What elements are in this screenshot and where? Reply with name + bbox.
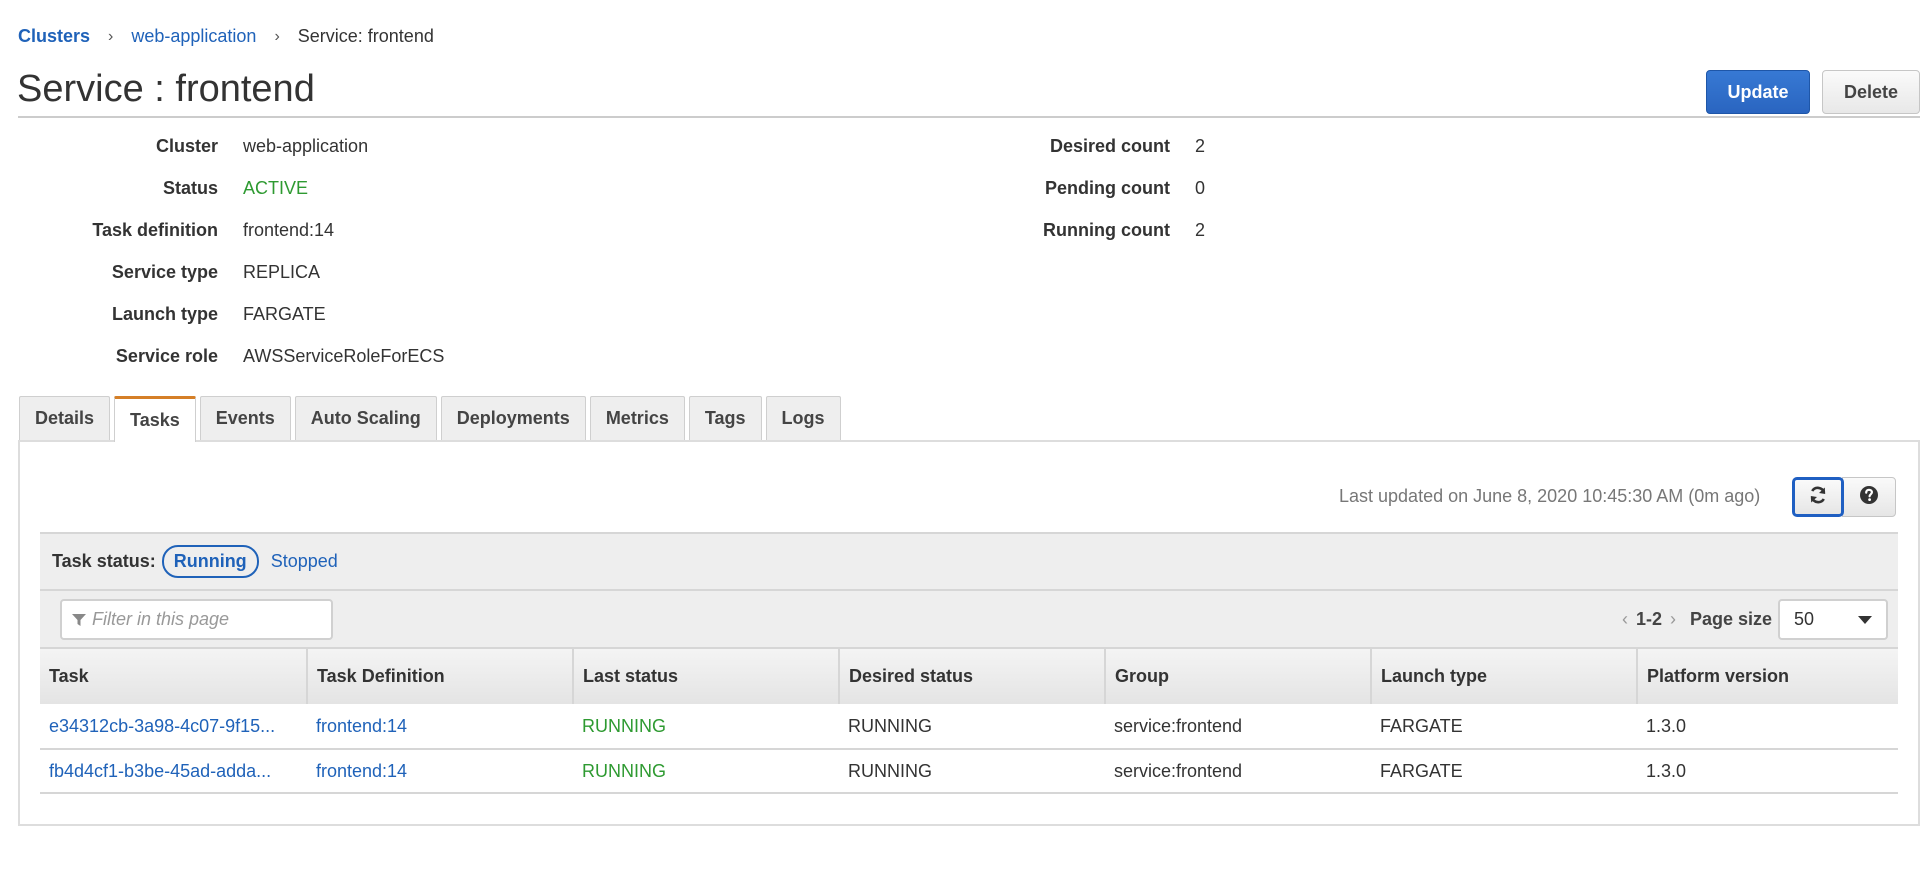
detail-label: Service type [111, 261, 218, 282]
last-status-cell: RUNNING [573, 749, 839, 794]
last-updated-text: Last updated on June 8, 2020 10:45:30 AM… [1339, 486, 1761, 506]
page-size-select[interactable]: 50 [1778, 599, 1888, 640]
pending-count-value: 0 [1195, 177, 1206, 198]
refresh-button[interactable] [1792, 477, 1844, 517]
tab-details[interactable]: Details [19, 396, 111, 440]
next-page-icon[interactable]: › [1670, 609, 1676, 630]
desired-status-cell: RUNNING [839, 704, 1105, 750]
status-filter-running[interactable]: Running [161, 545, 259, 578]
filter-input[interactable] [90, 608, 320, 631]
detail-label: Task definition [92, 219, 218, 240]
detail-label: Service role [115, 345, 218, 366]
page-title: Service : frontend [17, 68, 315, 110]
filter-bar: ‹ 1-2 › Page size 50 [40, 591, 1898, 649]
task-definition-link[interactable]: frontend:14 [316, 761, 407, 781]
breadcrumb-separator-icon: › [108, 27, 114, 45]
pagination: ‹ 1-2 › Page size 50 [1614, 599, 1888, 640]
detail-label: Pending count [1045, 177, 1170, 198]
detail-label: Status [162, 177, 218, 198]
help-button[interactable] [1842, 477, 1896, 517]
detail-pending-count: Pending count 0 [1000, 176, 1205, 200]
title-divider [18, 116, 1920, 118]
group-cell: service:frontend [1105, 704, 1371, 750]
status-value: ACTIVE [243, 177, 309, 198]
service-role-value: AWSServiceRoleForECS [243, 345, 445, 366]
launch-type-cell: FARGATE [1371, 749, 1637, 794]
tab-tasks[interactable]: Tasks [114, 396, 196, 442]
status-filter-stopped[interactable]: Stopped [271, 551, 338, 572]
table-row: fb4d4cf1-b3be-45ad-adda... frontend:14 R… [40, 749, 1898, 794]
detail-service-type: Service type REPLICA [0, 260, 320, 284]
column-header-task-definition[interactable]: Task Definition [306, 649, 573, 704]
desired-count-value: 2 [1195, 135, 1206, 156]
refresh-icon [1808, 485, 1828, 510]
detail-label: Running count [1043, 219, 1170, 240]
service-type-value: REPLICA [243, 261, 321, 282]
update-button[interactable]: Update [1706, 70, 1810, 114]
task-definition-link[interactable]: frontend:14 [243, 220, 334, 241]
caret-down-icon [1858, 615, 1872, 624]
page-range: 1-2 [1635, 609, 1662, 629]
column-header-last-status[interactable]: Last status [572, 649, 839, 704]
tab-auto-scaling[interactable]: Auto Scaling [294, 396, 437, 440]
last-status-cell: RUNNING [573, 704, 839, 750]
tab-tags[interactable]: Tags [688, 396, 762, 440]
platform-version-cell: 1.3.0 [1637, 704, 1898, 750]
page-size-label: Page size [1689, 609, 1772, 629]
tab-deployments[interactable]: Deployments [440, 396, 586, 440]
breadcrumb: Clusters › web-application › Service: fr… [18, 26, 434, 47]
detail-label: Launch type [111, 303, 218, 324]
filter-icon [72, 613, 86, 627]
task-id-link[interactable]: e34312cb-3a98-4c07-9f15... [49, 716, 275, 736]
tab-events[interactable]: Events [199, 396, 291, 440]
help-icon [1859, 485, 1879, 510]
table-row: e34312cb-3a98-4c07-9f15... frontend:14 R… [40, 704, 1898, 750]
detail-label: Cluster [155, 135, 218, 156]
detail-desired-count: Desired count 2 [1000, 134, 1205, 158]
tasks-table: Task Task Definition Last status Desired… [40, 649, 1898, 794]
launch-type-cell: FARGATE [1371, 704, 1637, 750]
detail-launch-type: Launch type FARGATE [0, 302, 326, 326]
platform-version-cell: 1.3.0 [1637, 749, 1898, 794]
filter-field[interactable] [60, 599, 333, 640]
detail-status: Status ACTIVE [0, 176, 308, 200]
service-tabs: Details Tasks Events Auto Scaling Deploy… [19, 396, 845, 442]
detail-cluster: Cluster web-application [0, 134, 368, 158]
detail-task-definition: Task definition frontend:14 [0, 218, 334, 242]
detail-label: Desired count [1049, 135, 1170, 156]
table-header-row: Task Task Definition Last status Desired… [40, 649, 1898, 704]
cluster-link[interactable]: web-application [243, 136, 368, 157]
prev-page-icon[interactable]: ‹ [1622, 609, 1628, 630]
breadcrumb-current: Service: frontend [297, 26, 434, 46]
task-definition-link[interactable]: frontend:14 [316, 716, 407, 736]
column-header-desired-status[interactable]: Desired status [838, 649, 1105, 704]
breadcrumb-cluster-link[interactable]: web-application [131, 26, 256, 47]
page-size-value: 50 [1794, 609, 1815, 629]
column-header-launch-type[interactable]: Launch type [1370, 649, 1637, 704]
tab-logs[interactable]: Logs [765, 396, 841, 440]
launch-type-value: FARGATE [243, 303, 326, 324]
delete-button[interactable]: Delete [1822, 70, 1920, 114]
task-status-bar: Task status: Running Stopped [40, 532, 1898, 591]
task-status-label: Task status: [52, 551, 156, 571]
detail-service-role: Service role AWSServiceRoleForECS [0, 344, 444, 368]
breadcrumb-separator-icon: › [274, 27, 280, 45]
column-header-task[interactable]: Task [40, 649, 307, 704]
column-header-platform-version[interactable]: Platform version [1636, 649, 1898, 704]
breadcrumb-clusters-link[interactable]: Clusters [18, 26, 90, 47]
detail-running-count: Running count 2 [1000, 218, 1205, 242]
task-id-link[interactable]: fb4d4cf1-b3be-45ad-adda... [49, 761, 271, 781]
tab-metrics[interactable]: Metrics [589, 396, 685, 440]
desired-status-cell: RUNNING [839, 749, 1105, 794]
running-count-value: 2 [1195, 219, 1206, 240]
group-cell: service:frontend [1105, 749, 1371, 794]
column-header-group[interactable]: Group [1104, 649, 1371, 704]
